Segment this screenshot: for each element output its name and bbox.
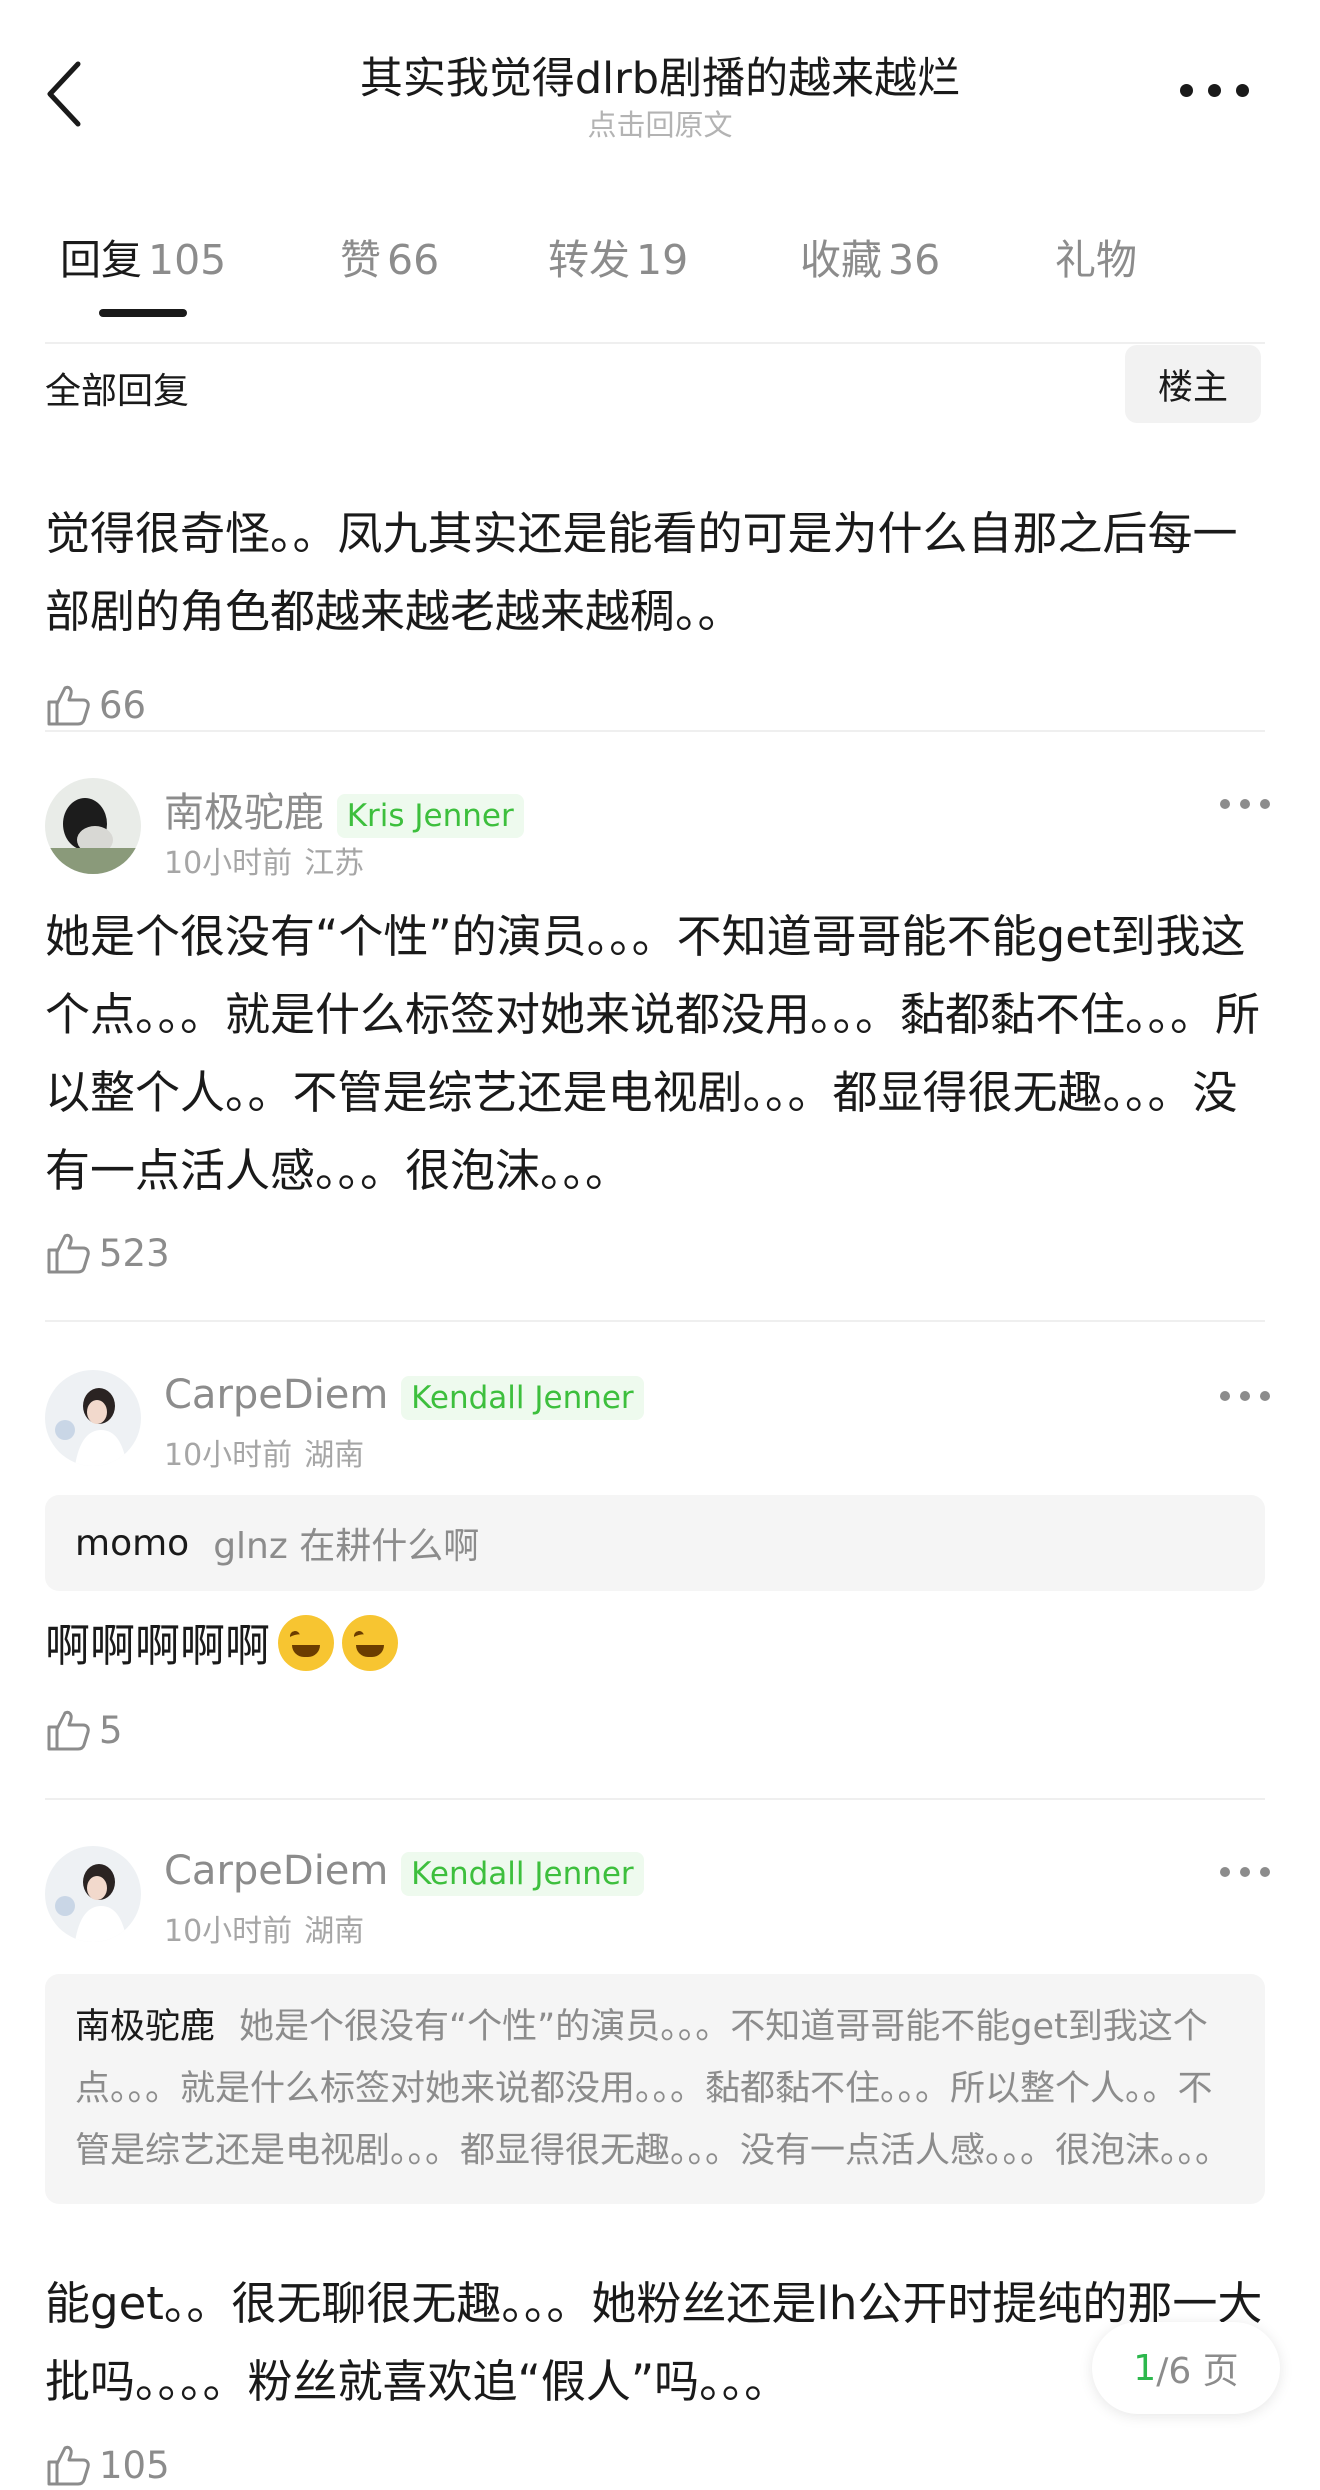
like-count: 523 (99, 1231, 170, 1275)
tab-replies[interactable]: 回复 105 (60, 226, 226, 286)
comment-text: 能get。。很无聊很无趣。。。她粉丝还是lh公开时提纯的那一大批吗。。。。粉丝就… (45, 2277, 1263, 2408)
total-pages: /6 页 (1156, 2351, 1239, 2392)
tab-count: 105 (148, 236, 227, 284)
comment-more-button[interactable] (1220, 1864, 1270, 1880)
divider (45, 342, 1265, 344)
comment-meta: 10小时前 湖南 (164, 1430, 364, 1474)
owner-only-button[interactable]: 楼主 (1125, 345, 1261, 423)
tab-label: 转发 (548, 236, 630, 284)
timestamp: 10小时前 (164, 1914, 293, 1949)
thumbs-up-icon (47, 1233, 90, 1274)
username[interactable]: CarpeDiem (164, 1848, 388, 1894)
comment-meta: 10小时前 湖南 (164, 1906, 364, 1950)
user-badge: Kendall Jenner (401, 1376, 644, 1420)
quoted-reply[interactable]: 南极驼鹿 她是个很没有“个性”的演员。。。不知道哥哥能不能get到我这个点。。。就… (45, 1974, 1265, 2204)
like-button[interactable]: 523 (45, 1228, 170, 1278)
tab-favorites[interactable]: 收藏 36 (800, 226, 940, 286)
user-badge: Kris Jenner (336, 794, 524, 838)
divider (45, 1798, 1265, 1800)
section-label: 全部回复 (45, 371, 190, 412)
like-button[interactable]: 105 (45, 2440, 170, 2490)
back-button[interactable] (40, 58, 90, 130)
rolling-on-floor-laughing-icon (278, 1615, 335, 1671)
thumbs-up-icon (47, 2445, 90, 2486)
rolling-on-floor-laughing-icon (342, 1615, 399, 1671)
back-to-original-link[interactable]: 点击回原文 (160, 102, 1160, 144)
tab-count: 36 (888, 236, 941, 284)
quote-text: glnz 在耕什么啊 (213, 1526, 480, 1567)
location: 湖南 (304, 1438, 365, 1473)
comment-text-body: 啊啊啊啊啊 (45, 1619, 271, 1672)
comment-more-button[interactable] (1220, 1388, 1270, 1404)
tab-label: 收藏 (800, 236, 882, 284)
comment-meta: 10小时前 江苏 (164, 838, 364, 882)
like-count: 66 (99, 683, 147, 727)
like-button[interactable]: 66 (45, 680, 146, 730)
username[interactable]: CarpeDiem (164, 1372, 388, 1418)
user-badge: Kendall Jenner (401, 1852, 644, 1896)
quote-author: momo (75, 1522, 190, 1564)
location: 江苏 (304, 846, 365, 881)
tab-label: 礼物 (1055, 236, 1137, 284)
quote-author: 南极驼鹿 (75, 2007, 216, 2047)
like-count: 105 (99, 2443, 170, 2487)
active-tab-indicator (99, 309, 187, 317)
tab-reposts[interactable]: 转发 19 (548, 226, 688, 286)
like-button[interactable]: 5 (45, 1705, 123, 1755)
tab-likes[interactable]: 赞 66 (340, 226, 439, 286)
tab-count: 66 (387, 236, 440, 284)
username[interactable]: 南极驼鹿 (164, 790, 324, 836)
like-count: 5 (99, 1708, 123, 1752)
avatar[interactable] (45, 1370, 141, 1466)
location: 湖南 (304, 1914, 365, 1949)
thumbs-up-icon (47, 1710, 90, 1751)
quote-text: 她是个很没有“个性”的演员。。。不知道哥哥能不能get到我这个点。。。就是什么标… (75, 2007, 1231, 2171)
timestamp: 10小时前 (164, 1438, 293, 1473)
comment-text: 她是个很没有“个性”的演员。。。不知道哥哥能不能get到我这个点。。。就是什么标… (45, 910, 1261, 1197)
main-post-text: 觉得很奇怪。。凤九其实还是能看的可是为什么自那之后每一部剧的角色都越来越老越来越… (45, 507, 1238, 638)
tab-label: 赞 (340, 236, 381, 284)
page-indicator[interactable]: 1/6 页 (1092, 2322, 1280, 2414)
current-page: 1 (1133, 2347, 1157, 2389)
page-title: 其实我觉得dlrb剧播的越来越烂 (359, 54, 961, 104)
thumbs-up-icon (47, 685, 90, 726)
avatar[interactable] (45, 1846, 141, 1942)
divider (45, 1320, 1265, 1322)
divider (45, 730, 1265, 732)
tab-gifts[interactable]: 礼物 (1055, 226, 1137, 286)
tab-label: 回复 (60, 236, 142, 284)
comment-more-button[interactable] (1220, 796, 1270, 812)
tab-count: 19 (636, 236, 689, 284)
more-options-button[interactable] (1180, 80, 1250, 102)
quoted-reply[interactable]: momo glnz 在耕什么啊 (45, 1495, 1265, 1591)
chevron-left-icon (47, 61, 81, 127)
avatar[interactable] (45, 778, 141, 874)
comment-text: 啊啊啊啊啊 (45, 1607, 1270, 1685)
timestamp: 10小时前 (164, 846, 293, 881)
